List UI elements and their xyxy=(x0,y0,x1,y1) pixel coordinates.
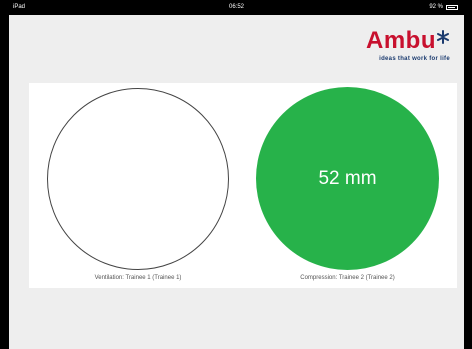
trainee-panel: 52 mm Ventilation: Trainee 1 (Trainee 1)… xyxy=(29,83,457,288)
battery-icon xyxy=(446,4,458,10)
logo-tagline: ideas that work for life xyxy=(379,56,450,62)
compression-value: 52 mm xyxy=(318,167,377,189)
ventilation-caption: Ventilation: Trainee 1 (Trainee 1) xyxy=(94,275,182,281)
compression-gauge: 52 mm xyxy=(256,87,439,270)
compression-caption: Compression: Trainee 2 (Trainee 2) xyxy=(300,275,395,281)
ventilation-gauge xyxy=(47,88,229,270)
battery-percent: 92 % xyxy=(429,4,443,10)
app-screen: iPad 06:52 92 % Ambu ideas that work for… xyxy=(9,0,464,349)
ambu-logo: Ambu ideas that work for life xyxy=(334,29,454,64)
logo-wordmark: Ambu xyxy=(366,27,436,54)
status-time: 06:52 xyxy=(228,4,244,10)
status-right: 92 % xyxy=(429,4,458,10)
asterisk-logo-icon xyxy=(437,30,449,44)
status-bar: iPad 06:52 92 % xyxy=(9,0,464,15)
